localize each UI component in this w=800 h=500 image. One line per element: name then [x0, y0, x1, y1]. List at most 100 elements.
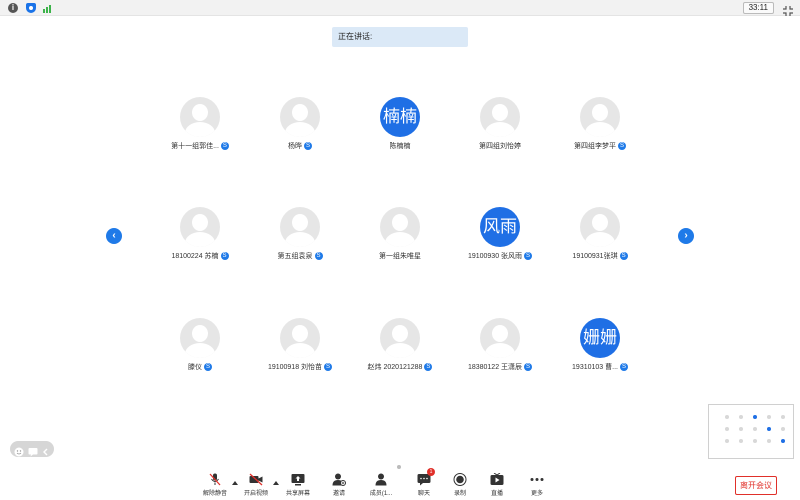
- more-button[interactable]: 更多: [517, 473, 557, 497]
- participant-tile[interactable]: 19100918 刘怡苗 S: [255, 318, 345, 373]
- participant-name: 19100918 刘怡苗: [267, 364, 323, 371]
- participant-name: 第四组李梦平: [574, 143, 616, 150]
- audio-status-icon: S: [304, 142, 312, 151]
- participant-name-row: 滕仪 S: [155, 363, 245, 373]
- share-screen-button[interactable]: 共享屏幕: [278, 473, 318, 497]
- thumbnail-participant-dot: [767, 415, 771, 419]
- muted-mic-icon: [208, 473, 222, 486]
- unmute-button[interactable]: 解除静音: [195, 473, 235, 497]
- shield-icon[interactable]: [26, 3, 36, 13]
- participant-tile[interactable]: 滕仪 S: [155, 318, 245, 373]
- default-avatar-icon: [280, 207, 320, 247]
- participant-avatar-initials: 楠楠: [380, 97, 420, 137]
- participant-name: 第一组朱唯星: [379, 253, 421, 260]
- page-indicator: [397, 465, 401, 469]
- record-label: 录制: [453, 491, 466, 497]
- chat-label: 聊天: [417, 491, 430, 497]
- default-avatar-icon: [280, 97, 320, 137]
- participant-tile[interactable]: 第四组李梦平 S: [555, 97, 645, 152]
- participant-name-row: 19310103 曹... S: [555, 363, 645, 373]
- add-person-icon: [332, 473, 346, 486]
- exit-fullscreen-icon[interactable]: [783, 3, 793, 16]
- default-avatar-icon: [380, 318, 420, 358]
- default-avatar-icon: [580, 97, 620, 137]
- participant-tile[interactable]: 18100224 苏楠 S: [155, 207, 245, 262]
- participant-tile[interactable]: 第十一组郭佳... S: [155, 97, 245, 152]
- record-icon: [453, 473, 467, 486]
- participant-name-row: 第四组李梦平 S: [555, 142, 645, 152]
- floating-controls[interactable]: [10, 441, 54, 457]
- thumbnail-participant-dot: [753, 427, 757, 431]
- more-dots-icon: [530, 473, 544, 486]
- thumbnail-participant-dot: [781, 427, 785, 431]
- members-button[interactable]: 成员(1...: [361, 473, 401, 497]
- leave-meeting-button[interactable]: 离开会议: [735, 476, 777, 495]
- participant-tile[interactable]: 风雨 19100930 张风雨 S: [455, 207, 545, 262]
- record-button[interactable]: 录制: [440, 473, 480, 497]
- audio-status-icon: S: [524, 363, 533, 372]
- default-avatar-icon: [580, 207, 620, 247]
- participant-tile[interactable]: 第五组袁泉 S: [255, 207, 345, 262]
- more-label: 更多: [530, 491, 543, 497]
- thumbnail-participant-dot: [725, 415, 729, 419]
- thumbnail-participant-dot: [725, 439, 729, 443]
- participant-tile[interactable]: 第四组刘怡婷: [455, 97, 545, 152]
- participant-name: 陈楠楠: [389, 143, 411, 150]
- live-stream-icon: [490, 472, 504, 486]
- participant-name: 18100224 苏楠: [171, 253, 219, 260]
- live-stream-button[interactable]: 直播: [477, 472, 517, 497]
- audio-status-icon: S: [619, 252, 628, 261]
- participant-name: 第五组袁泉: [277, 253, 313, 260]
- previous-page-button[interactable]: ‹: [106, 228, 122, 244]
- active-speaker-label: 正在讲话:: [338, 32, 373, 41]
- participant-tile[interactable]: 姗姗 19310103 曹... S: [555, 318, 645, 373]
- thumbnail-participant-dot: [767, 439, 771, 443]
- thumbnail-participant-dot: [739, 415, 743, 419]
- emoji-icon[interactable]: [14, 444, 24, 457]
- person-icon: [374, 473, 388, 486]
- audio-status-icon: S: [220, 252, 229, 261]
- participant-name: 19100930 张风雨: [467, 253, 523, 260]
- participant-name: 19310103 曹...: [572, 364, 618, 371]
- participant-tile[interactable]: 18380122 王潇辰 S: [455, 318, 545, 373]
- chat-unread-badge: 1: [427, 468, 435, 476]
- active-speaker-bar: 正在讲话:: [332, 27, 468, 47]
- participant-tile[interactable]: 杨晔 S: [255, 97, 345, 152]
- thumbnail-participant-dot: [725, 427, 729, 431]
- info-icon[interactable]: i: [8, 3, 18, 13]
- share-screen-icon: [291, 473, 305, 486]
- participant-tile[interactable]: 第一组朱唯星: [355, 207, 445, 262]
- participant-tile[interactable]: 19100931张琪 S: [555, 207, 645, 262]
- thumbnail-participant-dot: [753, 439, 757, 443]
- participant-name-row: 18380122 王潇辰 S: [455, 363, 545, 373]
- next-page-button[interactable]: ›: [678, 228, 694, 244]
- thumbnail-participant-dot: [739, 427, 743, 431]
- participant-avatar-initials: 姗姗: [580, 318, 620, 358]
- thumbnail-participant-dot: [781, 439, 785, 443]
- audio-status-icon: S: [314, 252, 323, 261]
- participant-name-row: 杨晔 S: [255, 142, 345, 152]
- invite-button[interactable]: 邀请: [319, 473, 359, 497]
- members-label: 成员(1...: [369, 491, 393, 497]
- thumbnail-participant-dot: [753, 415, 757, 419]
- bottom-toolbar: 解除静音 开启视频 共享屏幕 邀请 成员(1... 1 聊天 录制 直播 更多: [0, 468, 800, 500]
- audio-status-icon: S: [619, 363, 628, 372]
- chat-button[interactable]: 1 聊天: [404, 468, 444, 497]
- chat-icon: 1: [417, 468, 435, 486]
- signal-icon[interactable]: [43, 3, 53, 13]
- participant-tile[interactable]: 楠楠 陈楠楠: [355, 97, 445, 152]
- gallery-thumbnail-preview[interactable]: [708, 404, 794, 459]
- default-avatar-icon: [280, 318, 320, 358]
- participant-name: 第四组刘怡婷: [479, 143, 521, 150]
- collapse-icon[interactable]: [41, 444, 51, 456]
- participant-name-row: 陈楠楠: [355, 142, 445, 152]
- chevron-left-icon: ‹: [112, 230, 116, 241]
- thumbnail-participant-dot: [739, 439, 743, 443]
- start-video-button[interactable]: 开启视频: [236, 473, 276, 497]
- participant-tile[interactable]: 赵炜 2020121288 S: [355, 318, 445, 373]
- default-avatar-icon: [480, 318, 520, 358]
- audio-status-icon: S: [618, 142, 626, 151]
- top-status-bar: i 33:11: [0, 0, 800, 16]
- thumbnail-participant-dot: [781, 415, 785, 419]
- chat-bubble-icon[interactable]: [28, 444, 38, 457]
